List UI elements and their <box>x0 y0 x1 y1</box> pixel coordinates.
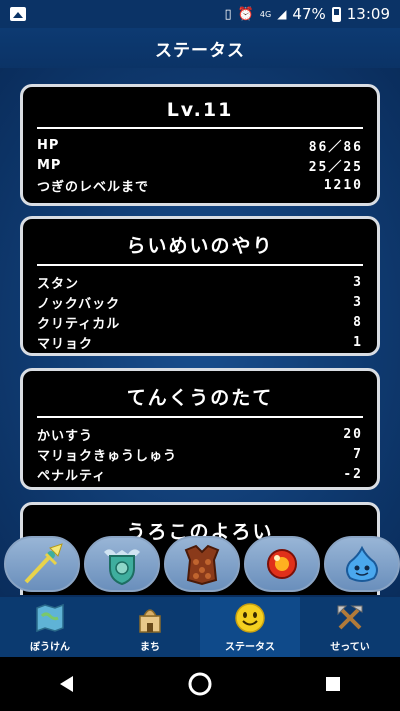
level-panel: Lv.11 HP 86／86 MP 25／25 つぎのレベルまで 1210 <box>20 84 380 206</box>
stat-row-knockback: ノックバック 3 <box>37 292 363 312</box>
scale-armor-icon <box>184 544 220 586</box>
red-orb-icon <box>267 549 297 579</box>
map-icon <box>36 603 64 632</box>
stat-value: 1 <box>353 334 363 350</box>
spear-icon <box>24 543 63 584</box>
weapon-panel: らいめいのやり スタン 3 ノックバック 3 クリティカル 8 マリョク 1 <box>20 216 380 356</box>
signal-icon: ◢ <box>277 7 287 21</box>
stat-row-hp: HP 86／86 <box>37 135 363 155</box>
nav-settings[interactable]: せってい <box>300 597 400 657</box>
bottom-nav: ぼうけん まち ステータス せってい <box>0 595 400 657</box>
blue-slime-icon <box>346 545 378 582</box>
battery-icon <box>331 6 341 22</box>
nav-label: ぼうけん <box>30 641 70 653</box>
stat-label: スタン <box>37 276 80 292</box>
item-slot-slime[interactable] <box>324 536 400 592</box>
shield-icon <box>104 549 140 586</box>
nav-label: ステータス <box>225 641 275 653</box>
stat-row-count: かいすう 20 <box>37 424 363 444</box>
stat-label: かいすう <box>37 428 94 444</box>
stat-value: 25／25 <box>308 159 363 175</box>
stat-label: ペナルティ <box>37 468 107 484</box>
nav-status[interactable]: ステータス <box>200 597 300 657</box>
stat-value: 8 <box>353 314 363 330</box>
stat-row-mp: MP 25／25 <box>37 155 363 175</box>
equipment-carousel[interactable] <box>0 534 400 594</box>
stat-value: 86／86 <box>308 139 363 155</box>
page-header: ステータス <box>0 28 400 68</box>
item-slot-shield[interactable] <box>84 536 160 592</box>
item-slot-armor[interactable] <box>164 536 240 592</box>
recents-icon <box>326 677 341 691</box>
level-title: Lv.11 <box>37 95 363 129</box>
stat-label: MP <box>37 157 62 173</box>
nav-label: まち <box>140 641 160 653</box>
status-content[interactable]: Lv.11 HP 86／86 MP 25／25 つぎのレベルまで 1210 らい… <box>0 68 400 595</box>
recents-button[interactable] <box>313 664 353 704</box>
nav-town[interactable]: まち <box>100 597 200 657</box>
nav-adventure[interactable]: ぼうけん <box>0 597 100 657</box>
stat-row-critical: クリティカル 8 <box>37 312 363 332</box>
item-slot-spear[interactable] <box>4 536 80 592</box>
nav-label: せってい <box>330 641 370 653</box>
stat-label: つぎのレベルまで <box>37 179 150 195</box>
stat-label: クリティカル <box>37 316 121 332</box>
stat-row-stun: スタン 3 <box>37 272 363 292</box>
home-icon <box>188 672 212 696</box>
stat-row-magic: マリョク 1 <box>37 332 363 352</box>
network-type: 4G <box>259 9 272 19</box>
home-button[interactable] <box>180 664 220 704</box>
stat-row-magic-absorb: マリョクきゅうしゅう 7 <box>37 444 363 464</box>
stat-value: 1210 <box>323 177 363 193</box>
stat-value: 3 <box>353 274 363 290</box>
stat-row-next-level: つぎのレベルまで 1210 <box>37 175 363 195</box>
back-button[interactable] <box>47 664 87 704</box>
shield-title: てんくうのたて <box>37 379 363 418</box>
clock: 13:09 <box>346 5 390 23</box>
status-bar: ▯ ⏰ 4G ◢ 47% 13:09 <box>0 0 400 28</box>
item-slot-orb[interactable] <box>244 536 320 592</box>
stat-label: HP <box>37 137 60 153</box>
page-title: ステータス <box>155 40 245 61</box>
stat-value: 3 <box>353 294 363 310</box>
battery-percent: 47% <box>292 5 326 23</box>
stat-label: マリョクきゅうしゅう <box>37 448 178 464</box>
stat-row-penalty: ペナルティ -2 <box>37 464 363 484</box>
shield-panel: てんくうのたて かいすう 20 マリョクきゅうしゅう 7 ペナルティ -2 <box>20 368 380 490</box>
tools-icon <box>337 605 363 629</box>
smiley-icon <box>235 602 265 633</box>
stat-value: -2 <box>343 466 363 482</box>
stat-value: 7 <box>353 446 363 462</box>
town-icon <box>139 608 161 633</box>
stat-label: マリョク <box>37 336 94 352</box>
back-icon <box>59 676 73 692</box>
weapon-title: らいめいのやり <box>37 227 363 266</box>
alarm-icon: ⏰ <box>237 6 254 22</box>
stat-value: 20 <box>343 426 363 442</box>
android-nav-bar <box>0 657 400 711</box>
gallery-notification-icon <box>10 7 26 21</box>
vibrate-icon: ▯ <box>224 6 232 22</box>
stat-label: ノックバック <box>37 296 121 312</box>
